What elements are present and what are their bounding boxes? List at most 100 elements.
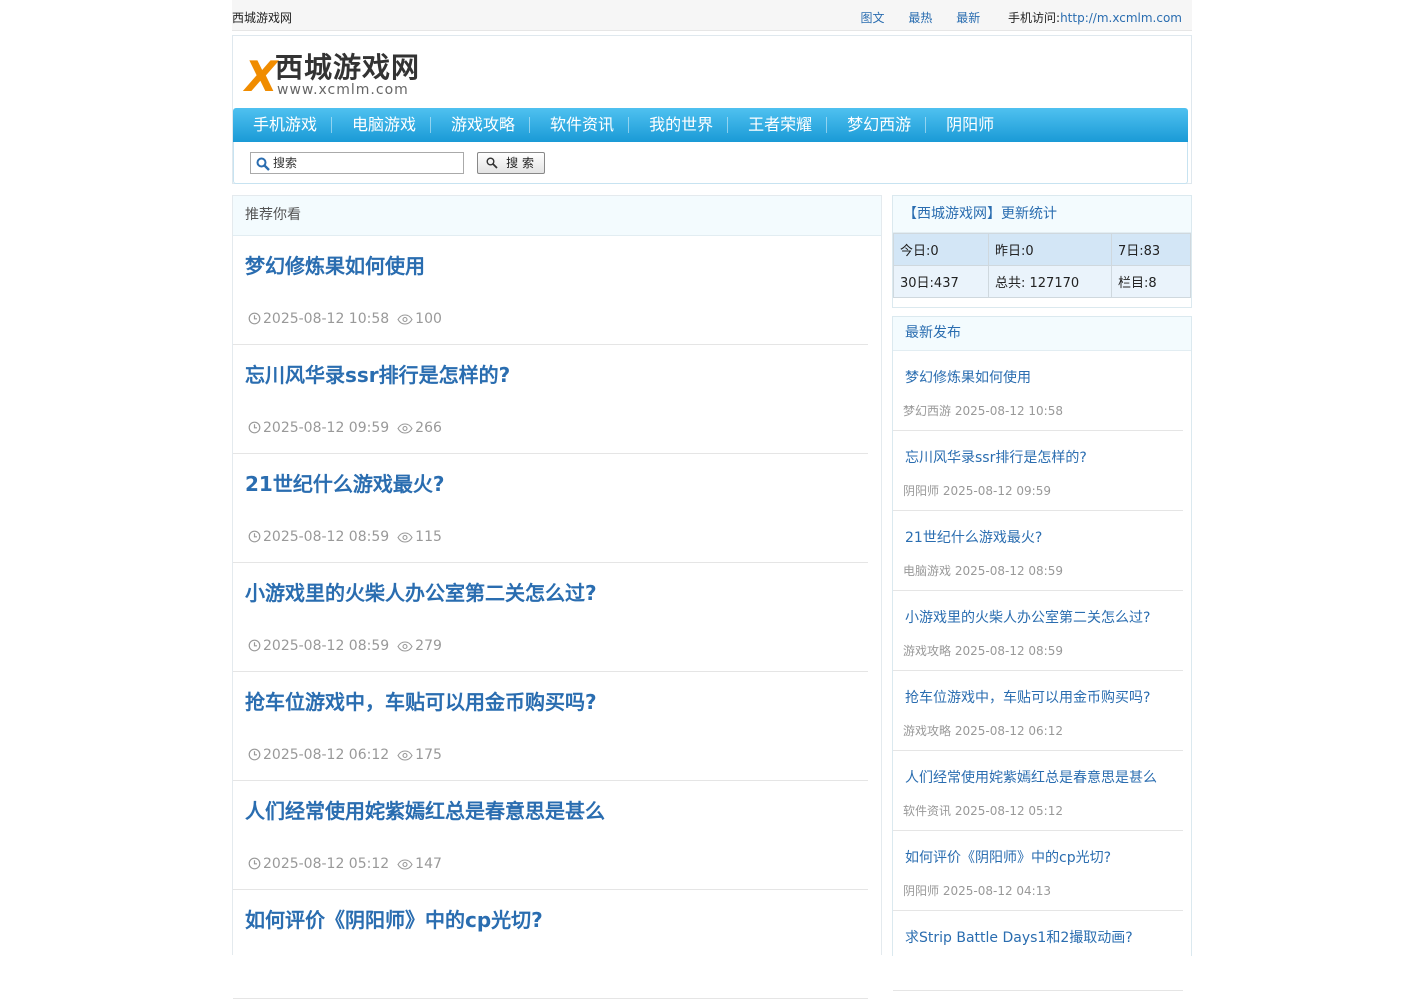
nav-honor-of-kings[interactable]: 王者荣耀 bbox=[727, 108, 826, 142]
site-logo[interactable]: X 西城游戏网 www.xcmlm.com bbox=[245, 50, 425, 101]
latest-entry-date: 2025-08-12 08:59 bbox=[954, 564, 1063, 578]
latest-entry-title[interactable]: 人们经常使用姹紫嫣红总是春意思是甚么 bbox=[905, 767, 1157, 787]
mobile-access: 手机访问:http://m.xcmlm.com bbox=[1008, 11, 1182, 25]
article-title[interactable]: 忘川风华录ssr排行是怎样的? bbox=[245, 359, 510, 388]
logo-url: www.xcmlm.com bbox=[277, 82, 409, 98]
stats-panel: 【西城游戏网】更新统计 今日:0 昨日:0 7日:83 30日:437 总共: … bbox=[892, 195, 1192, 308]
stats-heading: 【西城游戏网】更新统计 bbox=[893, 196, 1191, 233]
article-view-count: 266 bbox=[415, 420, 442, 436]
latest-entry: 小游戏里的火柴人办公室第二关怎么过? 游戏攻略 2025-08-12 08:59 bbox=[893, 591, 1183, 671]
latest-entry: 梦幻修炼果如何使用 梦幻西游 2025-08-12 10:58 bbox=[893, 351, 1183, 431]
link-hottest[interactable]: 最热 bbox=[908, 11, 932, 25]
search-icon bbox=[256, 157, 270, 171]
latest-entry: 如何评价《阴阳师》中的cp光切? 阴阳师 2025-08-12 04:13 bbox=[893, 831, 1183, 911]
article-title[interactable]: 21世纪什么游戏最火? bbox=[245, 468, 444, 497]
latest-entry-title[interactable]: 求Strip Battle Days1和2撮取动画? bbox=[905, 927, 1133, 947]
header: X 西城游戏网 www.xcmlm.com 手机游戏 电脑游戏 游戏攻略 软件资… bbox=[232, 35, 1192, 184]
logo-letter: X bbox=[245, 52, 278, 101]
latest-entry-title[interactable]: 小游戏里的火柴人办公室第二关怎么过? bbox=[905, 607, 1150, 627]
article-title[interactable]: 如何评价《阴阳师》中的cp光切? bbox=[245, 904, 543, 933]
latest-entry-info: 阴阳师 2025-08-12 09:59 bbox=[903, 482, 1051, 499]
eye-icon bbox=[397, 532, 413, 543]
latest-entry-date: 2025-08-12 08:59 bbox=[954, 644, 1063, 658]
article-view-count: 115 bbox=[415, 529, 442, 545]
article-view-count: 279 bbox=[415, 638, 442, 654]
mobile-url-link[interactable]: http://m.xcmlm.com bbox=[1060, 11, 1182, 25]
article-item: 如何评价《阴阳师》中的cp光切? bbox=[233, 890, 868, 999]
article-views: 147 bbox=[397, 856, 442, 872]
latest-entry-info: 电脑游戏 2025-08-12 08:59 bbox=[903, 562, 1063, 579]
article-item: 梦幻修炼果如何使用 2025-08-12 10:58 100 bbox=[233, 236, 868, 345]
article-title[interactable]: 梦幻修炼果如何使用 bbox=[245, 250, 425, 279]
clock-icon bbox=[248, 748, 261, 761]
site-name[interactable]: 西城游戏网 bbox=[232, 9, 292, 26]
article-date: 2025-08-12 10:58 bbox=[263, 311, 390, 327]
mobile-label: 手机访问: bbox=[1008, 11, 1061, 25]
latest-entry-category: 软件资讯 bbox=[903, 804, 952, 818]
recommend-heading: 推荐你看 bbox=[233, 196, 881, 236]
nav-guides[interactable]: 游戏攻略 bbox=[430, 108, 529, 142]
article-title[interactable]: 抢车位游戏中，车贴可以用金币购买吗? bbox=[245, 686, 597, 715]
latest-entry-title[interactable]: 抢车位游戏中，车贴可以用金币购买吗? bbox=[905, 687, 1150, 707]
article-meta: 2025-08-12 08:59 115 bbox=[248, 529, 442, 545]
link-newest[interactable]: 最新 bbox=[956, 11, 980, 25]
nav-fantasy-westward[interactable]: 梦幻西游 bbox=[826, 108, 925, 142]
clock-icon bbox=[248, 639, 261, 652]
article-views: 100 bbox=[397, 311, 442, 327]
stat-week: 7日:83 bbox=[1111, 233, 1191, 266]
latest-entry-info: 软件资讯 2025-08-12 05:12 bbox=[903, 802, 1063, 819]
link-graphic[interactable]: 图文 bbox=[861, 11, 885, 25]
latest-entry-category: 游戏攻略 bbox=[903, 724, 952, 738]
latest-entry-date: 2025-08-12 04:13 bbox=[942, 884, 1051, 898]
stat-total: 总共: 127170 bbox=[988, 265, 1112, 298]
top-bar: 西城游戏网 图文 最热 最新 手机访问:http://m.xcmlm.com bbox=[232, 0, 1192, 31]
article-item: 抢车位游戏中，车贴可以用金币购买吗? 2025-08-12 06:12 175 bbox=[233, 672, 868, 781]
article-views: 115 bbox=[397, 529, 442, 545]
latest-entry: 求Strip Battle Days1和2撮取动画? bbox=[893, 911, 1183, 991]
stat-today: 今日:0 bbox=[893, 233, 989, 266]
article-meta: 2025-08-12 08:59 279 bbox=[248, 638, 442, 654]
clock-icon bbox=[248, 421, 261, 434]
article-item: 小游戏里的火柴人办公室第二关怎么过? 2025-08-12 08:59 279 bbox=[233, 563, 868, 672]
nav-mobile-games[interactable]: 手机游戏 bbox=[233, 108, 331, 142]
nav-onmyoji[interactable]: 阴阳师 bbox=[925, 108, 1008, 142]
nav-pc-games[interactable]: 电脑游戏 bbox=[331, 108, 430, 142]
search-button[interactable]: 搜 索 bbox=[477, 152, 545, 174]
stat-columns: 栏目:8 bbox=[1111, 265, 1191, 298]
article-view-count: 100 bbox=[415, 311, 442, 327]
latest-entry-category: 阴阳师 bbox=[903, 884, 940, 898]
latest-entry-info: 阴阳师 2025-08-12 04:13 bbox=[903, 882, 1051, 899]
latest-entry-date: 2025-08-12 09:59 bbox=[942, 484, 1051, 498]
latest-entry-date: 2025-08-12 06:12 bbox=[954, 724, 1063, 738]
main-nav: 手机游戏 电脑游戏 游戏攻略 软件资讯 我的世界 王者荣耀 梦幻西游 阴阳师 bbox=[233, 108, 1188, 142]
article-item: 21世纪什么游戏最火? 2025-08-12 08:59 115 bbox=[233, 454, 868, 563]
article-title[interactable]: 小游戏里的火柴人办公室第二关怎么过? bbox=[245, 577, 597, 606]
eye-icon bbox=[397, 423, 413, 434]
latest-entry-info: 游戏攻略 2025-08-12 08:59 bbox=[903, 642, 1063, 659]
search-row: 搜 索 bbox=[233, 142, 1188, 184]
latest-entry-title[interactable]: 如何评价《阴阳师》中的cp光切? bbox=[905, 847, 1111, 867]
article-item: 忘川风华录ssr排行是怎样的? 2025-08-12 09:59 266 bbox=[233, 345, 868, 454]
clock-icon bbox=[248, 857, 261, 870]
article-meta: 2025-08-12 06:12 175 bbox=[248, 747, 442, 763]
article-title[interactable]: 人们经常使用姹紫嫣红总是春意思是甚么 bbox=[245, 795, 605, 824]
latest-entry: 21世纪什么游戏最火? 电脑游戏 2025-08-12 08:59 bbox=[893, 511, 1183, 591]
latest-entry-title[interactable]: 梦幻修炼果如何使用 bbox=[905, 367, 1031, 387]
latest-entry: 人们经常使用姹紫嫣红总是春意思是甚么 软件资讯 2025-08-12 05:12 bbox=[893, 751, 1183, 831]
latest-list: 梦幻修炼果如何使用 梦幻西游 2025-08-12 10:58 忘川风华录ssr排行… bbox=[893, 351, 1191, 991]
latest-heading: 最新发布 bbox=[893, 317, 1191, 351]
latest-entry-title[interactable]: 21世纪什么游戏最火? bbox=[905, 527, 1042, 547]
latest-entry-title[interactable]: 忘川风华录ssr排行是怎样的? bbox=[905, 447, 1087, 467]
latest-entry-info: 游戏攻略 2025-08-12 06:12 bbox=[903, 722, 1063, 739]
eye-icon bbox=[397, 314, 413, 325]
search-input[interactable] bbox=[250, 152, 464, 174]
eye-icon bbox=[397, 750, 413, 761]
article-meta: 2025-08-12 10:58 100 bbox=[248, 311, 442, 327]
nav-software-news[interactable]: 软件资讯 bbox=[529, 108, 628, 142]
eye-icon bbox=[397, 859, 413, 870]
recommend-panel: 推荐你看 梦幻修炼果如何使用 2025-08-12 10:58 100 忘川风华录ss… bbox=[232, 195, 882, 999]
article-views: 279 bbox=[397, 638, 442, 654]
nav-minecraft[interactable]: 我的世界 bbox=[628, 108, 727, 142]
article-date: 2025-08-12 09:59 bbox=[263, 420, 390, 436]
magnifier-icon bbox=[486, 157, 498, 169]
